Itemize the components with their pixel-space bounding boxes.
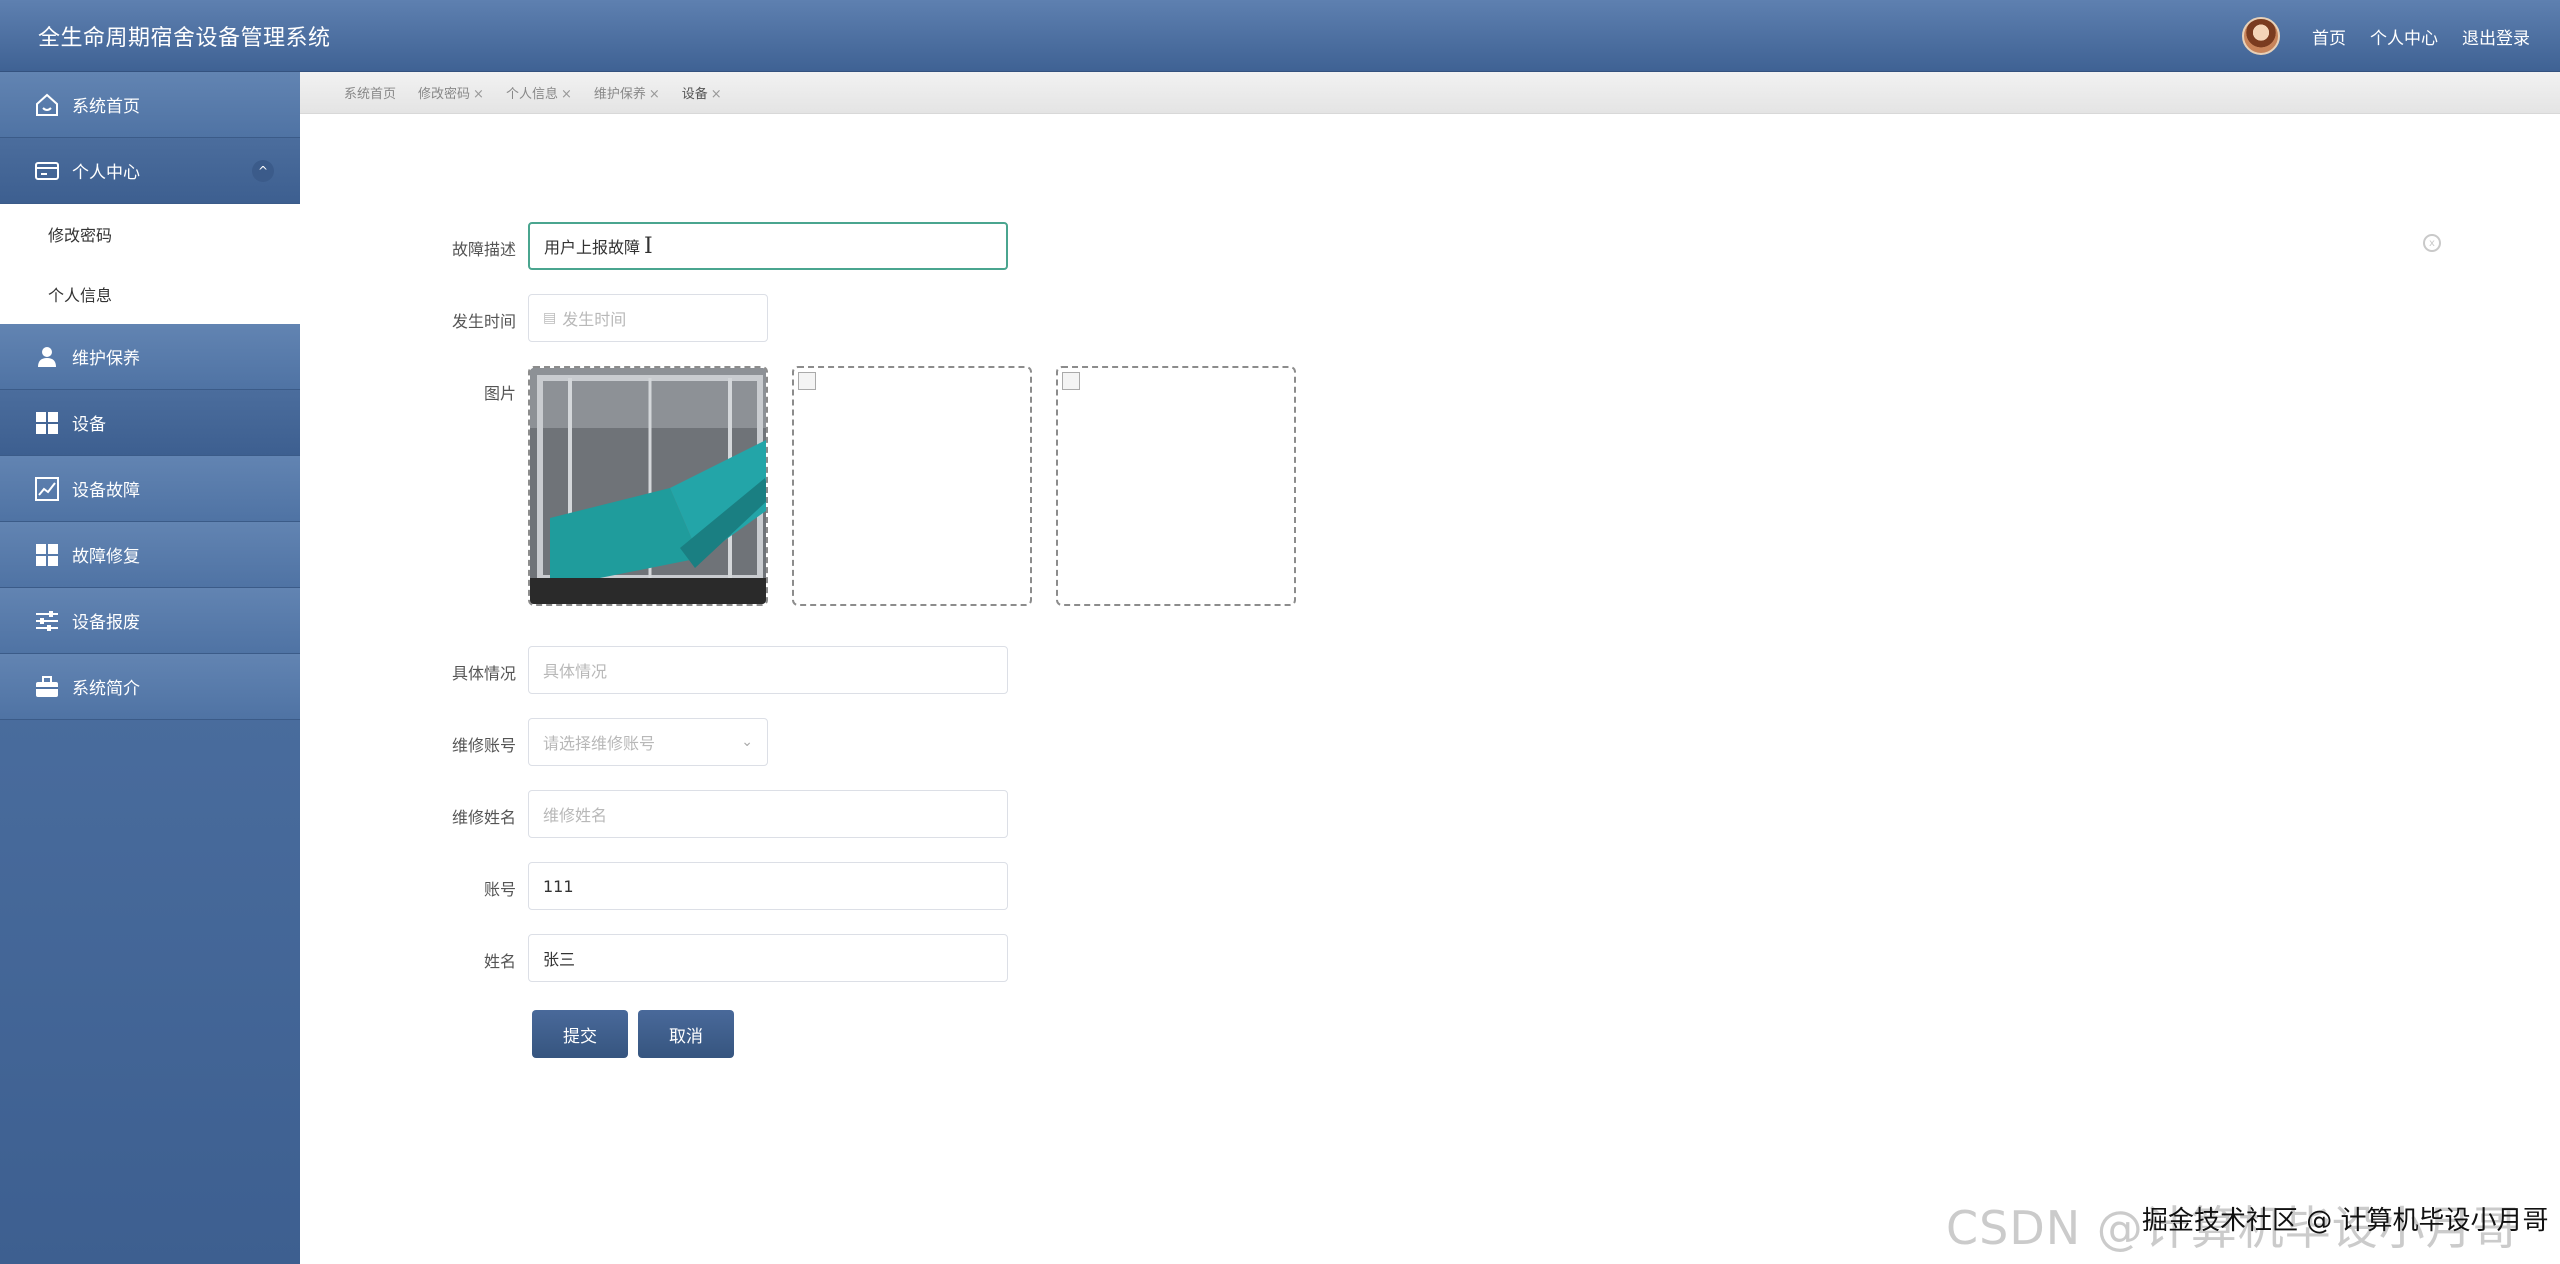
briefcase-icon (32, 672, 62, 702)
cancel-button[interactable]: 取消 (638, 1010, 734, 1058)
calendar-icon: ▤ (543, 310, 557, 326)
picture-upload-1[interactable] (528, 366, 768, 606)
close-icon[interactable]: × (473, 87, 484, 102)
name-label: 姓名 (483, 952, 516, 971)
details-label: 具体情况 (451, 664, 516, 683)
details-placeholder: 具体情况 (543, 662, 608, 681)
sidebar: 系统首页 个人中心 ^ 修改密码 个人信息 维护保养 设备 设备故障 故障修复 (0, 72, 300, 1264)
sidebar-item-profile[interactable]: 个人中心 ^ (0, 138, 300, 204)
pictures-label: 图片 (483, 384, 516, 403)
header-actions: 首页 个人中心 退出登录 (2242, 0, 2530, 72)
watermark-juejin: 掘金技术社区 @ 计算机毕设小月哥 (2142, 1206, 2549, 1236)
card-icon (32, 156, 62, 186)
details-input[interactable]: 具体情况 (528, 646, 1008, 694)
occur-time-label: 发生时间 (451, 312, 516, 331)
form-row-fault-desc: 故障描述 用户上报故障 I (300, 222, 1300, 272)
picture-upload-3[interactable] (1056, 366, 1296, 606)
broken-image-icon (1062, 372, 1080, 390)
form-row-details: 具体情况 具体情况 (300, 646, 1300, 696)
broken-image-icon (798, 372, 816, 390)
clear-circle-icon[interactable]: x (2423, 234, 2441, 252)
form-row-name: 姓名 张三 (300, 934, 1300, 984)
close-icon[interactable]: × (649, 87, 660, 102)
form-row-account: 账号 111 (300, 862, 1300, 912)
sidebar-item-device-fault[interactable]: 设备故障 (0, 456, 300, 522)
tab-label: 设备 (681, 87, 708, 102)
repair-name-label: 维修姓名 (451, 808, 516, 827)
occur-time-picker[interactable]: ▤ 发生时间 (528, 294, 768, 342)
chart-icon (32, 474, 62, 504)
fault-desc-label: 故障描述 (451, 240, 516, 259)
sidebar-item-label: 故障修复 (72, 547, 140, 567)
repair-name-input[interactable]: 维修姓名 (528, 790, 1008, 838)
occur-time-placeholder: 发生时间 (562, 310, 627, 329)
submenu-item-personal-info[interactable]: 个人信息 (0, 264, 300, 324)
sidebar-item-label: 系统简介 (72, 679, 140, 699)
avatar[interactable] (2242, 17, 2280, 55)
account-input[interactable]: 111 (528, 862, 1008, 910)
repair-account-select[interactable]: 请选择维修账号 ⌄ (528, 718, 768, 766)
chevron-down-icon: ⌄ (741, 734, 753, 750)
repair-name-placeholder: 维修姓名 (543, 806, 608, 825)
name-value: 张三 (543, 950, 576, 969)
sidebar-item-fault-repair[interactable]: 故障修复 (0, 522, 300, 588)
tab-label: 修改密码 (418, 87, 471, 102)
tab-label: 维护保养 (593, 87, 646, 102)
form-row-repair-name: 维修姓名 维修姓名 (300, 790, 1300, 840)
sidebar-item-device[interactable]: 设备 (0, 390, 300, 456)
device-fault-form: x 故障描述 用户上报故障 I 发生时间 ▤ 发生时间 图片 具体情况 具体情况… (300, 114, 2560, 1264)
excavator-photo (530, 368, 766, 604)
account-value: 111 (543, 876, 574, 896)
sidebar-item-label: 个人中心 (72, 163, 140, 183)
sidebar-item-maintenance[interactable]: 维护保养 (0, 324, 300, 390)
sidebar-item-device-scrap[interactable]: 设备报废 (0, 588, 300, 654)
text-cursor-icon: I (644, 233, 653, 259)
sidebar-item-label: 维护保养 (72, 349, 140, 369)
tab-maintenance[interactable]: 维护保养 × (594, 83, 660, 102)
sidebar-item-label: 系统首页 (72, 97, 140, 117)
profile-link[interactable]: 个人中心 (2370, 24, 2438, 49)
fault-desc-input[interactable]: 用户上报故障 I (528, 222, 1008, 270)
tab-system-home[interactable]: 系统首页 (344, 83, 396, 102)
sidebar-item-label: 设备故障 (72, 481, 140, 501)
repair-account-placeholder: 请选择维修账号 (543, 734, 656, 753)
name-input[interactable]: 张三 (528, 934, 1008, 982)
sidebar-item-home[interactable]: 系统首页 (0, 72, 300, 138)
profile-submenu: 修改密码 个人信息 (0, 204, 300, 324)
close-icon[interactable]: × (561, 87, 572, 102)
form-row-occur-time: 发生时间 ▤ 发生时间 (300, 294, 1300, 344)
sliders-icon (32, 606, 62, 636)
sidebar-item-label: 设备报废 (72, 613, 140, 633)
tab-bar: 系统首页 修改密码 × 个人信息 × 维护保养 × 设备 × (300, 72, 2560, 114)
grid-icon (32, 408, 62, 438)
top-header: 全生命周期宿舍设备管理系统 首页 个人中心 退出登录 (0, 0, 2560, 72)
tab-personal-info[interactable]: 个人信息 × (506, 83, 572, 102)
picture-upload-2[interactable] (792, 366, 1032, 606)
submenu-item-change-password[interactable]: 修改密码 (0, 204, 300, 264)
app-title: 全生命周期宿舍设备管理系统 (38, 26, 331, 51)
form-row-pictures: 图片 (300, 366, 1300, 610)
tab-change-password[interactable]: 修改密码 × (418, 83, 484, 102)
chevron-up-icon[interactable]: ^ (252, 160, 274, 182)
close-icon[interactable]: × (711, 87, 722, 102)
sidebar-item-label: 设备 (72, 415, 106, 435)
tab-label: 系统首页 (344, 87, 397, 102)
home-link[interactable]: 首页 (2312, 24, 2346, 49)
sidebar-item-system-intro[interactable]: 系统简介 (0, 654, 300, 720)
tab-label: 个人信息 (505, 87, 558, 102)
submit-button[interactable]: 提交 (532, 1010, 628, 1058)
grid-icon (32, 540, 62, 570)
user-icon (32, 342, 62, 372)
tab-device[interactable]: 设备 × (682, 83, 722, 102)
account-label: 账号 (483, 880, 516, 899)
repair-account-label: 维修账号 (451, 736, 516, 755)
fault-desc-value: 用户上报故障 (544, 238, 641, 257)
form-row-repair-account: 维修账号 请选择维修账号 ⌄ (300, 718, 1300, 768)
logout-link[interactable]: 退出登录 (2462, 24, 2530, 49)
home-icon (32, 90, 62, 120)
